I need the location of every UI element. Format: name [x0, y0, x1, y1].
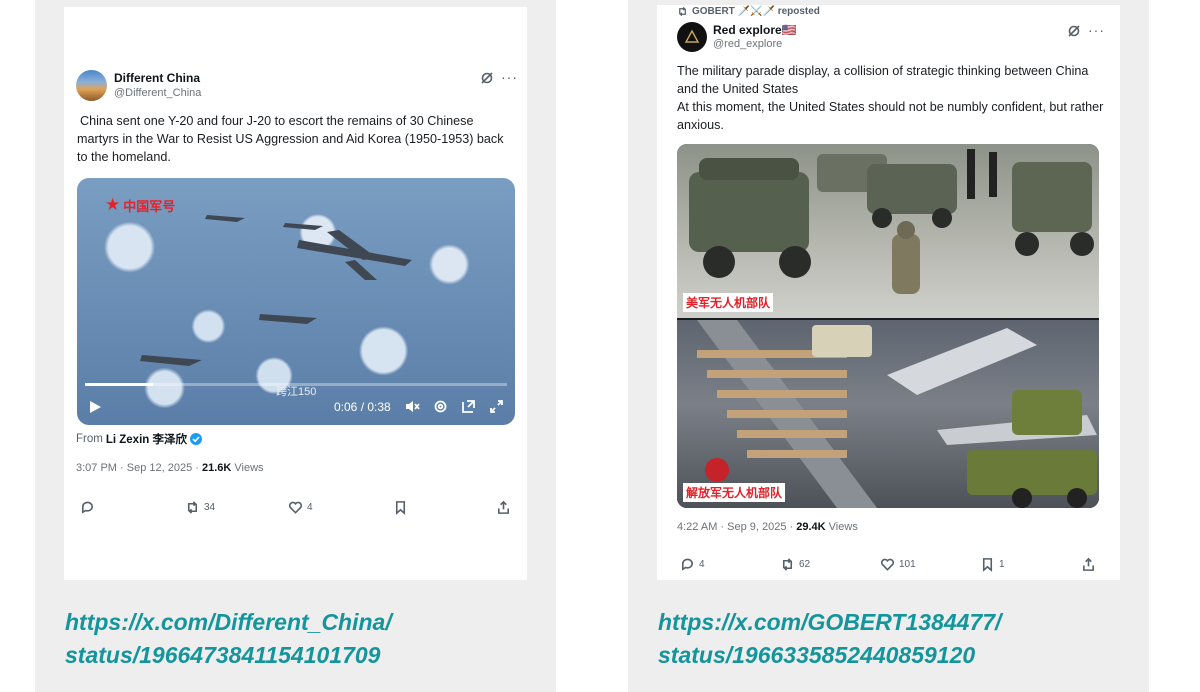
tweet-text: China sent one Y-20 and four J-20 to esc… [77, 114, 504, 164]
like-button[interactable]: 4 [288, 500, 313, 515]
repost-icon [782, 558, 793, 571]
bookmark-button[interactable]: 1 [980, 557, 1005, 572]
repost-note[interactable]: GOBERT 🗡️⚔️🗡️ reposted [692, 6, 820, 17]
from-author[interactable]: Li Zexin 李泽欣 [106, 431, 187, 447]
tweet-meta: 4:22 AM · Sep 9, 2025 · 29.4K Views [677, 521, 858, 533]
image-caption-bottom: 解放军无人机部队 [683, 483, 786, 502]
author-name[interactable]: Red explore🇺🇸 [713, 23, 797, 37]
tweet-text-line2: At this moment, the United States should… [677, 100, 1104, 132]
like-count: 4 [307, 502, 313, 513]
source-url-line2[interactable]: status/1966473841154101709 [65, 639, 392, 672]
timestamp[interactable]: 4:22 AM · Sep 9, 2025 · [677, 521, 793, 533]
reply-icon [82, 501, 93, 514]
repost-button[interactable]: 62 [780, 557, 810, 572]
reply-icon [682, 558, 693, 571]
repost-icon [187, 501, 198, 514]
verified-badge-icon [190, 433, 202, 445]
like-button[interactable]: 101 [880, 557, 916, 572]
views-label: Views [234, 462, 264, 474]
source-url-left[interactable]: https://x.com/Different_China/ status/19… [65, 606, 392, 672]
bookmark-count: 1 [999, 559, 1005, 570]
military-vehicles-illustration [689, 149, 1094, 294]
cctv-logo [705, 458, 729, 482]
tweet-text: The military parade display, a collision… [677, 62, 1107, 134]
heart-icon [288, 501, 303, 514]
author-name[interactable]: Different China [114, 71, 200, 85]
play-icon[interactable] [88, 400, 102, 414]
mute-icon[interactable] [405, 399, 420, 414]
views-label: Views [828, 521, 858, 533]
share-icon [1083, 557, 1094, 571]
tweet-image[interactable]: 美军无人机部队 解放军无人机部队 [677, 144, 1099, 508]
tweet-meta: 3:07 PM · Sep 12, 2025 · 21.6K Views [76, 462, 264, 474]
repost-indicator: GOBERT 🗡️⚔️🗡️ reposted [677, 6, 820, 17]
share-button[interactable] [496, 500, 511, 515]
share-icon [498, 500, 509, 514]
video-attribution: From Li Zexin 李泽欣 [76, 431, 202, 447]
settings-icon[interactable] [433, 399, 448, 414]
reply-count: 4 [699, 559, 705, 570]
repost-count: 62 [799, 559, 811, 570]
repost-button[interactable]: 34 [185, 500, 215, 515]
bookmark-icon [982, 558, 993, 572]
heart-icon [880, 558, 895, 571]
source-url-right[interactable]: https://x.com/GOBERT1384477/ status/1966… [658, 606, 1001, 672]
grok-icon[interactable] [480, 71, 494, 85]
source-url-line1[interactable]: https://x.com/Different_China/ [65, 606, 392, 639]
parade-drones-illustration [697, 320, 1097, 508]
avatar-logo-icon [685, 30, 699, 43]
share-button[interactable] [1081, 557, 1096, 572]
like-count: 101 [899, 559, 916, 570]
video-player[interactable]: ★ 中国军号 跨江150 0:06 / 0:38 [77, 178, 515, 425]
image-bottom-panel: 解放军无人机部队 [677, 320, 1099, 508]
fullscreen-icon[interactable] [489, 399, 504, 414]
author-handle[interactable]: @red_explore [713, 38, 782, 50]
tweet-text-line1: The military parade display, a collision… [677, 64, 1089, 96]
image-caption-top: 美军无人机部队 [683, 293, 774, 312]
views-count: 21.6K [201, 462, 232, 474]
reply-button[interactable] [80, 500, 95, 515]
timestamp[interactable]: 3:07 PM · Sep 12, 2025 · [76, 462, 199, 474]
image-top-panel: 美军无人机部队 [677, 144, 1099, 318]
pip-icon[interactable] [461, 399, 476, 414]
repost-count: 34 [204, 502, 216, 513]
from-prefix: From [76, 433, 103, 445]
tweet-card-right[interactable]: GOBERT 🗡️⚔️🗡️ reposted Red explore🇺🇸 @re… [657, 5, 1120, 580]
author-handle[interactable]: @Different_China [114, 87, 201, 99]
video-time: 0:06 / 0:38 [334, 400, 391, 414]
bookmark-icon [395, 501, 406, 515]
video-progress-fill [85, 383, 153, 386]
source-url-line1[interactable]: https://x.com/GOBERT1384477/ [658, 606, 1001, 639]
source-url-line2[interactable]: status/1966335852440859120 [658, 639, 1001, 672]
reply-button[interactable]: 4 [680, 557, 705, 572]
grok-icon[interactable] [1067, 24, 1081, 38]
more-options-icon[interactable]: ··· [1088, 22, 1105, 38]
tweet-card-left[interactable]: Different China @Different_China ··· Chi… [64, 7, 527, 580]
more-options-icon[interactable]: ··· [501, 69, 518, 85]
video-progress-track[interactable] [85, 383, 507, 386]
bookmark-button[interactable] [393, 500, 408, 515]
repost-small-icon [679, 6, 686, 17]
avatar[interactable] [76, 70, 107, 101]
views-count: 29.4K [796, 521, 826, 533]
avatar[interactable] [677, 22, 707, 52]
